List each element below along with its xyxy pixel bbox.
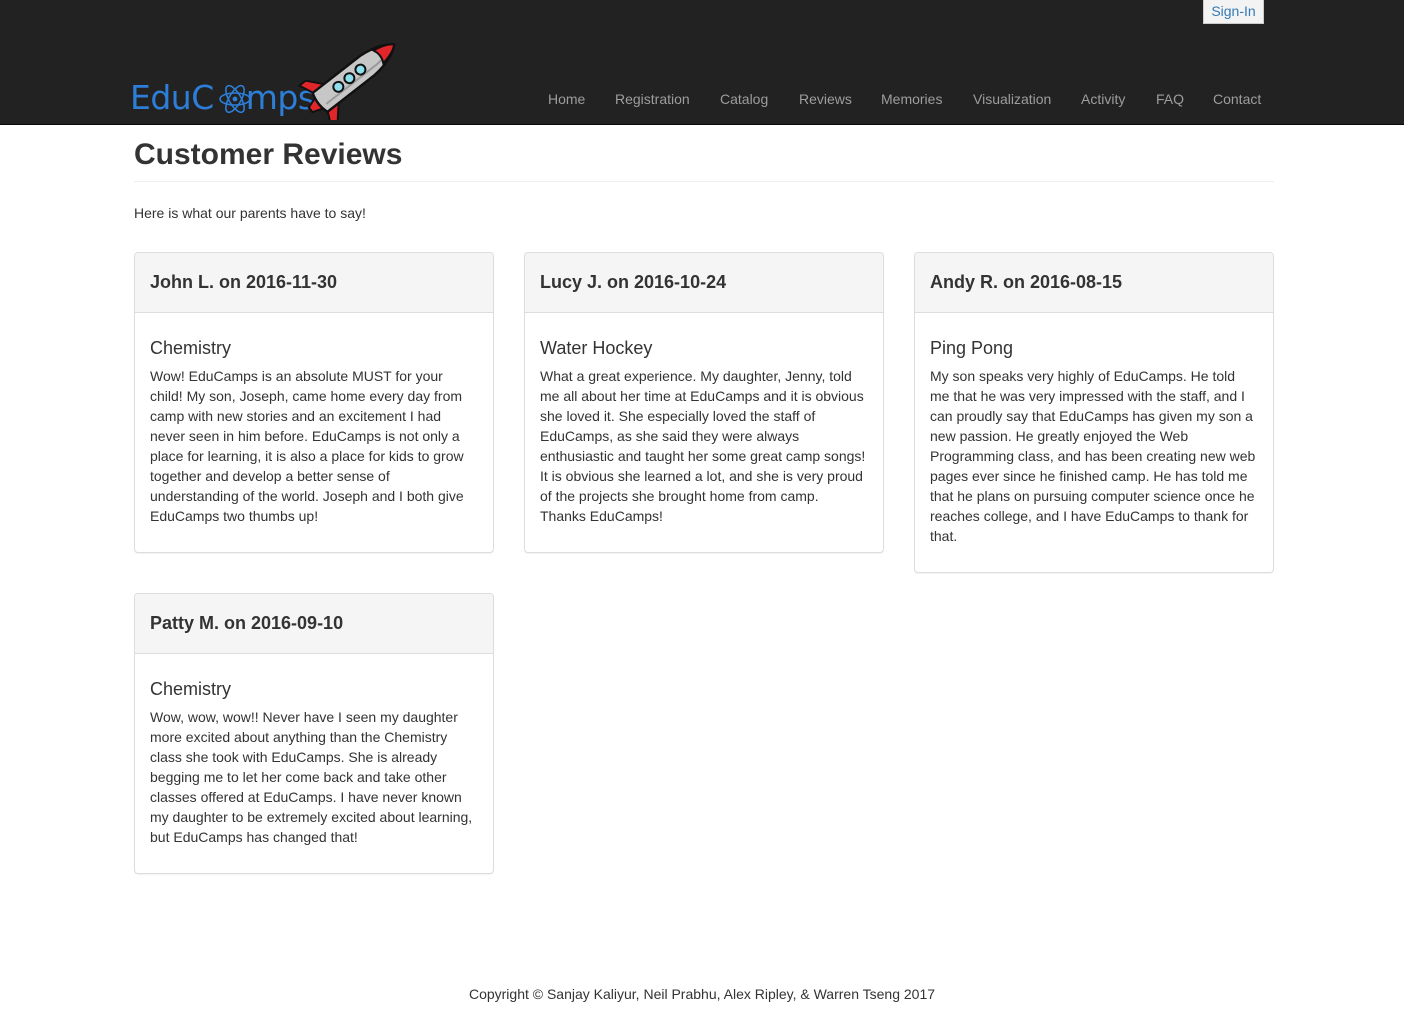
atom-icon: [219, 84, 251, 114]
nav-registration[interactable]: Registration: [615, 88, 690, 110]
review-heading: Andy R. on 2016-08-15: [915, 253, 1273, 313]
review-body: Water Hockey What a great experience. My…: [525, 313, 883, 526]
brand-logo[interactable]: EduC mps: [130, 38, 400, 122]
nav-memories[interactable]: Memories: [881, 88, 942, 110]
rocket-logo: [298, 43, 396, 120]
review-card: Patty M. on 2016-09-10 Chemistry Wow, wo…: [134, 593, 494, 874]
nav-catalog[interactable]: Catalog: [720, 88, 768, 110]
sign-in-button[interactable]: Sign-In: [1203, 0, 1264, 24]
review-heading: Lucy J. on 2016-10-24: [525, 253, 883, 313]
review-text: My son speaks very highly of EduCamps. H…: [930, 368, 1256, 544]
review-camp-name: Chemistry: [150, 679, 232, 699]
review-text: Wow! EduCamps is an absolute MUST for yo…: [150, 368, 464, 524]
page-title: Customer Reviews: [134, 138, 403, 171]
review-heading: John L. on 2016-11-30: [135, 253, 493, 313]
review-camp-name: Water Hockey: [540, 338, 653, 358]
review-text: Wow, wow, wow!! Never have I seen my dau…: [150, 709, 473, 845]
review-body: Chemistry Wow, wow, wow!! Never have I s…: [135, 654, 493, 847]
review-text: What a great experience. My daughter, Je…: [540, 368, 866, 524]
nav-home[interactable]: Home: [548, 88, 585, 110]
brand-name-left: EduC: [130, 78, 214, 117]
review-camp-name: Ping Pong: [930, 338, 1014, 358]
footer-copyright: Copyright © Sanjay Kaliyur, Neil Prabhu,…: [468, 986, 936, 1002]
review-card: Lucy J. on 2016-10-24 Water Hockey What …: [524, 252, 884, 553]
nav-faq[interactable]: FAQ: [1156, 88, 1184, 110]
review-card: John L. on 2016-11-30 Chemistry Wow! Edu…: [134, 252, 494, 553]
intro-text: Here is what our parents have to say!: [134, 205, 366, 221]
nav-contact[interactable]: Contact: [1213, 88, 1261, 110]
nav-reviews[interactable]: Reviews: [799, 88, 852, 110]
review-body: Ping Pong My son speaks very highly of E…: [915, 313, 1273, 546]
title-divider: [134, 181, 1274, 182]
review-card: Andy R. on 2016-08-15 Ping Pong My son s…: [914, 252, 1274, 573]
nav-activity[interactable]: Activity: [1081, 88, 1125, 110]
review-heading: Patty M. on 2016-09-10: [135, 594, 493, 654]
navbar: Sign-In EduC mps Home Registration Catal…: [0, 0, 1404, 125]
review-body: Chemistry Wow! EduCamps is an absolute M…: [135, 313, 493, 526]
nav-visualization[interactable]: Visualization: [973, 88, 1051, 110]
review-camp-name: Chemistry: [150, 338, 232, 358]
